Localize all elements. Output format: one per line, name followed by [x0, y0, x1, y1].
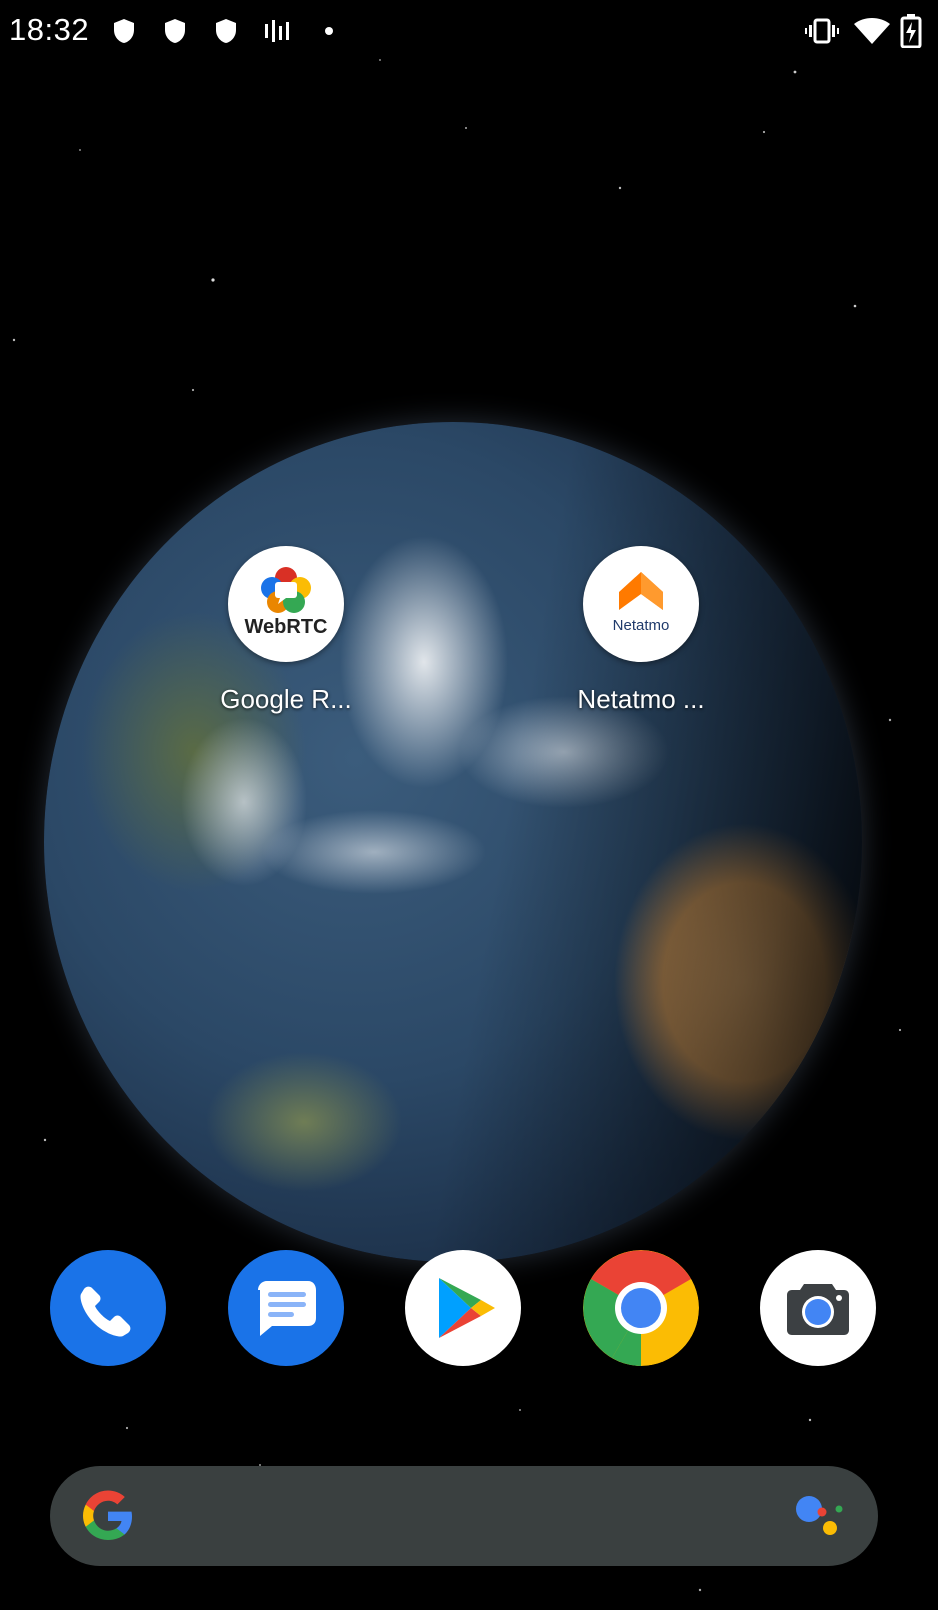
google-assistant-icon[interactable]	[792, 1492, 848, 1547]
app-label: Google R...	[220, 684, 352, 714]
status-time: 18:32	[9, 12, 90, 47]
shield-icon	[112, 14, 136, 48]
messages-icon	[258, 1281, 316, 1336]
play-store-app[interactable]	[405, 1250, 521, 1366]
camera-icon	[787, 1284, 849, 1335]
google-g-icon	[80, 1488, 136, 1549]
status-bar: 18:32	[0, 0, 938, 62]
google-search-bar[interactable]	[50, 1466, 878, 1566]
wifi-icon	[852, 14, 892, 48]
vibrate-icon	[804, 14, 840, 48]
app-netatmo[interactable]: Netatmo Netatmo ...	[561, 546, 721, 715]
earth-wallpaper	[44, 422, 862, 1262]
camera-app[interactable]	[760, 1250, 876, 1366]
messages-app[interactable]	[228, 1250, 344, 1366]
shield-icon	[163, 14, 187, 48]
dot-icon	[322, 14, 336, 48]
netatmo-icon: Netatmo	[583, 546, 699, 662]
shield-icon	[214, 14, 238, 48]
app-google-webrtc[interactable]: WebRTC Google R...	[206, 546, 366, 715]
phone-app[interactable]	[50, 1250, 166, 1366]
netatmo-icon-text: Netatmo	[613, 617, 670, 634]
chrome-icon	[583, 1250, 699, 1366]
webrtc-icon: WebRTC	[228, 546, 344, 662]
chrome-app[interactable]	[583, 1250, 699, 1366]
phone-icon	[80, 1286, 131, 1337]
battery-charging-icon	[898, 14, 924, 48]
webrtc-icon-text: WebRTC	[245, 616, 328, 638]
play-store-icon	[439, 1278, 495, 1338]
signal-bars-icon	[263, 14, 293, 48]
app-label: Netatmo ...	[577, 684, 705, 714]
